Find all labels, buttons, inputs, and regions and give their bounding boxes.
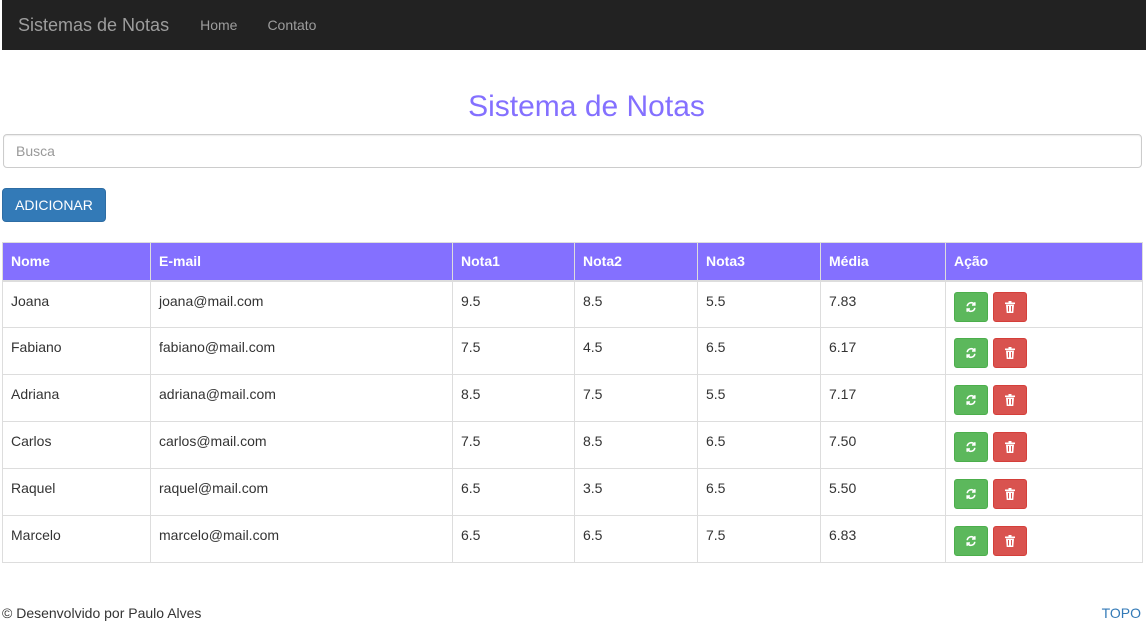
- cell-nota2: 8.5: [574, 280, 698, 328]
- cell-email: joana@mail.com: [150, 280, 453, 328]
- cell-nota3: 6.5: [697, 468, 821, 516]
- cell-nome: Adriana: [2, 374, 151, 422]
- refresh-button[interactable]: [954, 479, 988, 509]
- delete-button[interactable]: [992, 338, 1027, 368]
- table-body: Joana joana@mail.com 9.5 8.5 5.5 7.83 Fabiano…: [2, 280, 1143, 563]
- cell-media: 6.17: [820, 327, 946, 375]
- cell-nota3: 5.5: [697, 374, 821, 422]
- delete-button[interactable]: [992, 432, 1027, 462]
- table-header-row: Nome E-mail Nota1 Nota2 Nota3 Média Ação: [2, 242, 1143, 282]
- delete-button[interactable]: [992, 479, 1027, 509]
- cell-email: raquel@mail.com: [150, 468, 453, 516]
- cell-nota3: 7.5: [697, 515, 821, 563]
- cell-acao: [945, 515, 1143, 563]
- cell-nota3: 5.5: [697, 280, 821, 328]
- table-row: Marcelo marcelo@mail.com 6.5 6.5 7.5 6.83: [2, 515, 1143, 563]
- cell-acao: [945, 327, 1143, 375]
- cell-nota1: 6.5: [452, 468, 575, 516]
- add-button[interactable]: ADICIONAR: [2, 188, 106, 222]
- cell-nota2: 3.5: [574, 468, 698, 516]
- cell-nome: Fabiano: [2, 327, 151, 375]
- cell-media: 7.50: [820, 421, 946, 469]
- cell-nota1: 6.5: [452, 515, 575, 563]
- cell-nota2: 4.5: [574, 327, 698, 375]
- cell-media: 7.83: [820, 280, 946, 328]
- delete-button[interactable]: [992, 526, 1027, 556]
- cell-nome: Marcelo: [2, 515, 151, 563]
- table-row: Carlos carlos@mail.com 7.5 8.5 6.5 7.50: [2, 421, 1143, 469]
- cell-email: marcelo@mail.com: [150, 515, 453, 563]
- cell-email: adriana@mail.com: [150, 374, 453, 422]
- table-row: Raquel raquel@mail.com 6.5 3.5 6.5 5.50: [2, 468, 1143, 516]
- grades-table: Nome E-mail Nota1 Nota2 Nota3 Média Ação…: [2, 242, 1143, 563]
- cell-media: 6.83: [820, 515, 946, 563]
- top-link[interactable]: TOPO: [1102, 605, 1141, 621]
- table-row: Adriana adriana@mail.com 8.5 7.5 5.5 7.17: [2, 374, 1143, 422]
- table-row: Joana joana@mail.com 9.5 8.5 5.5 7.83: [2, 280, 1143, 328]
- cell-email: fabiano@mail.com: [150, 327, 453, 375]
- delete-button[interactable]: [992, 291, 1027, 322]
- cell-nome: Carlos: [2, 421, 151, 469]
- cell-email: carlos@mail.com: [150, 421, 453, 469]
- cell-nota2: 7.5: [574, 374, 698, 422]
- cell-nota1: 7.5: [452, 421, 575, 469]
- refresh-button[interactable]: [954, 385, 988, 415]
- cell-nota1: 7.5: [452, 327, 575, 375]
- table-row: Fabiano fabiano@mail.com 7.5 4.5 6.5 6.17: [2, 327, 1143, 375]
- cell-nota2: 6.5: [574, 515, 698, 563]
- navbar: Sistemas de Notas Home Contato: [2, 0, 1146, 50]
- header-nota1: Nota1: [452, 242, 575, 282]
- cell-nota1: 9.5: [452, 280, 575, 328]
- cell-acao: [945, 280, 1143, 328]
- navbar-brand[interactable]: Sistemas de Notas: [18, 15, 169, 36]
- nav-link-contato[interactable]: Contato: [267, 17, 316, 33]
- cell-acao: [945, 421, 1143, 469]
- cell-nota3: 6.5: [697, 327, 821, 375]
- footer-credit: © Desenvolvido por Paulo Alves: [2, 605, 202, 621]
- search-input[interactable]: [3, 134, 1142, 168]
- refresh-button[interactable]: [954, 526, 988, 556]
- cell-nota3: 6.5: [697, 421, 821, 469]
- refresh-button[interactable]: [954, 291, 988, 322]
- delete-button[interactable]: [992, 385, 1027, 415]
- cell-nota1: 8.5: [452, 374, 575, 422]
- cell-nota2: 8.5: [574, 421, 698, 469]
- refresh-button[interactable]: [954, 338, 988, 368]
- header-nota2: Nota2: [574, 242, 698, 282]
- cell-acao: [945, 374, 1143, 422]
- refresh-button[interactable]: [954, 432, 988, 462]
- cell-acao: [945, 468, 1143, 516]
- table-header: Nome E-mail Nota1 Nota2 Nota3 Média Ação: [2, 242, 1143, 282]
- cell-nome: Joana: [2, 280, 151, 328]
- header-email: E-mail: [150, 242, 453, 282]
- header-nota3: Nota3: [697, 242, 821, 282]
- page-title: Sistema de Notas: [468, 90, 705, 123]
- cell-nome: Raquel: [2, 468, 151, 516]
- header-media: Média: [820, 242, 946, 282]
- nav-link-home[interactable]: Home: [200, 17, 237, 33]
- cell-media: 5.50: [820, 468, 946, 516]
- cell-media: 7.17: [820, 374, 946, 422]
- header-nome: Nome: [2, 242, 151, 282]
- header-acao: Ação: [945, 242, 1143, 282]
